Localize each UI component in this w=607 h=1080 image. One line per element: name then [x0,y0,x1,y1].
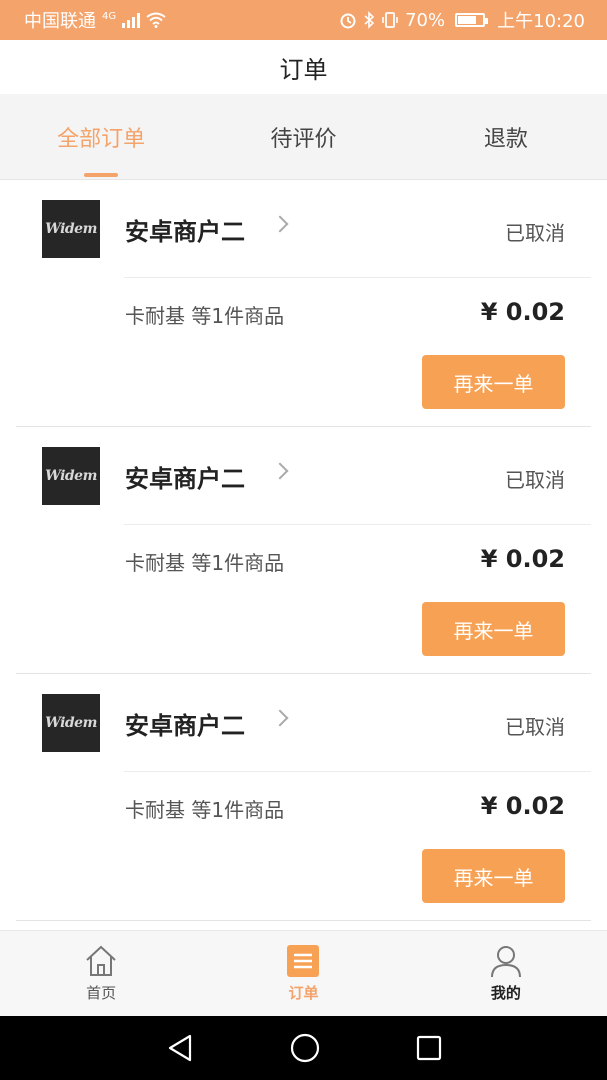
items-summary: 卡耐基 等1件商品 [125,304,285,328]
home-circle-icon[interactable] [290,1033,320,1063]
recents-icon[interactable] [416,1035,442,1061]
tab-refund[interactable]: 退款 [405,94,607,179]
bluetooth-icon [364,11,375,29]
carrier-name: 中国联通 [24,11,96,32]
order-price: ¥ 0.02 [480,792,565,820]
order-tabs: 全部订单 待评价 退款 [0,94,607,180]
system-nav-bar [0,1016,607,1080]
divider [124,277,591,278]
vibrate-icon [382,12,398,28]
wifi-icon [146,12,166,28]
order-list[interactable]: Widem 安卓商户二 已取消 卡耐基 等1件商品 ¥ 0.02 再来一单 Wi… [0,180,607,930]
order-card[interactable]: Widem 安卓商户二 已取消 卡耐基 等1件商品 ¥ 0.02 再来一单 [16,427,591,674]
order-status: 已取消 [505,715,565,739]
chevron-right-icon[interactable] [271,215,289,233]
shop-name[interactable]: 安卓商户二 [125,459,245,494]
network-type: 4G [102,11,117,22]
order-card[interactable]: Widem 安卓商户二 已取消 卡耐基 等1件商品 ¥ 0.02 再来一单 [16,180,591,427]
person-icon [490,946,521,978]
nav-orders[interactable]: 订单 [202,931,404,1016]
chevron-right-icon[interactable] [271,462,289,480]
page-title: 订单 [279,55,328,84]
shop-logo: Widem [42,200,100,258]
tab-pending-review[interactable]: 待评价 [202,94,404,179]
battery-percent: 70% [405,9,446,31]
order-price: ¥ 0.02 [480,298,565,326]
signal-icon [122,12,141,28]
alarm-icon [340,13,356,29]
home-icon [86,945,116,976]
shop-logo: Widem [42,694,100,752]
order-price: ¥ 0.02 [480,545,565,573]
divider [124,771,591,772]
nav-profile[interactable]: 我的 [405,931,607,1016]
list-icon [287,945,320,977]
reorder-button[interactable]: 再来一单 [422,849,565,903]
chevron-right-icon[interactable] [271,709,289,727]
order-status: 已取消 [505,468,565,492]
battery-icon [455,13,489,27]
clock: 上午10:20 [497,11,585,32]
nav-home[interactable]: 首页 [0,931,202,1016]
order-status: 已取消 [505,221,565,245]
order-card[interactable]: Widem 安卓商户二 已取消 卡耐基 等1件商品 ¥ 0.02 再来一单 [16,674,591,921]
shop-logo: Widem [42,447,100,505]
nav-home-label: 首页 [86,984,117,1002]
status-bar: 中国联通 4G 70% 上午10:20 [0,0,607,40]
shop-name[interactable]: 安卓商户二 [125,212,245,247]
nav-profile-label: 我的 [490,984,521,1002]
back-icon[interactable] [166,1033,194,1063]
nav-orders-label: 订单 [288,984,319,1002]
divider [124,524,591,525]
reorder-button[interactable]: 再来一单 [422,355,565,409]
items-summary: 卡耐基 等1件商品 [125,798,285,822]
bottom-nav: 首页 订单 我的 [0,930,607,1016]
tab-all-orders[interactable]: 全部订单 [0,94,202,179]
items-summary: 卡耐基 等1件商品 [125,551,285,575]
title-bar: 订单 [0,40,607,94]
shop-name[interactable]: 安卓商户二 [125,706,245,741]
reorder-button[interactable]: 再来一单 [422,602,565,656]
